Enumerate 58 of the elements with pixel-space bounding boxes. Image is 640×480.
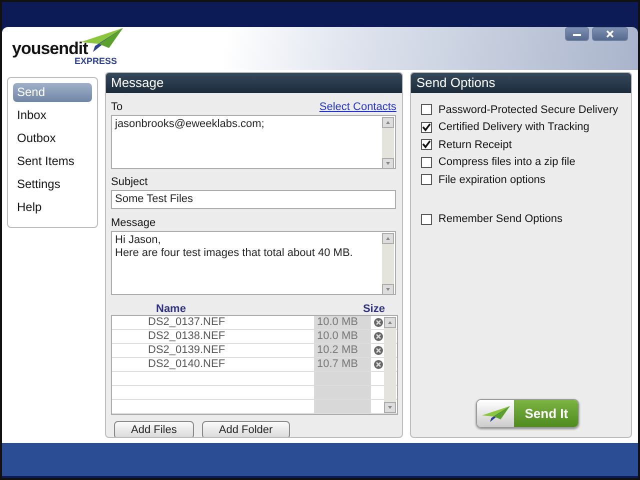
file-size: 10.0 MB: [317, 330, 358, 342]
field-label: To: [111, 100, 123, 114]
checkbox[interactable]: [421, 156, 432, 168]
scroll-down-icon[interactable]: [382, 158, 394, 169]
field-label: Subject: [111, 175, 148, 189]
option-label: Certified Delivery with Tracking: [438, 121, 590, 134]
field-label: Message: [111, 216, 156, 230]
file-name: DS2_0137.NEF: [148, 316, 226, 328]
checkbox[interactable]: [421, 214, 432, 225]
option-label: Remember Send Options: [438, 213, 563, 226]
file-size: 10.0 MB: [317, 316, 358, 328]
panel-title: Message: [106, 73, 402, 93]
close-button[interactable]: [592, 27, 628, 41]
paper-plane-icon: [482, 406, 510, 422]
scroll-up-icon[interactable]: [382, 233, 394, 244]
message-field[interactable]: Hi Jason, Here are four test images that total about 40 MB.: [111, 231, 396, 295]
minimize-icon: [573, 32, 581, 36]
remove-icon[interactable]: [374, 318, 382, 327]
file-size: 10.2 MB: [317, 344, 358, 356]
logo-tagline: EXPRESS: [74, 57, 117, 66]
minimize-button[interactable]: [565, 27, 589, 41]
checkbox[interactable]: [421, 174, 432, 186]
remove-icon[interactable]: [374, 332, 382, 341]
remove-icon[interactable]: [374, 346, 382, 355]
logo-text: yousendit: [12, 41, 88, 57]
add-button[interactable]: Add Folder: [202, 421, 290, 437]
scrollbar[interactable]: [382, 233, 394, 295]
file-name: DS2_0140.NEF: [148, 358, 226, 370]
column-header: Size: [362, 303, 385, 315]
select-contacts-link[interactable]: Select Contacts: [319, 100, 396, 114]
add-button[interactable]: Add Files: [114, 421, 194, 437]
file-size: 10.7 MB: [317, 358, 358, 370]
sidebar-item[interactable]: Settings: [13, 175, 92, 194]
scroll-up-icon[interactable]: [382, 117, 394, 128]
scrollbar[interactable]: [384, 317, 396, 413]
scrollbar[interactable]: [382, 117, 394, 169]
option-label: File expiration options: [438, 174, 546, 186]
checkbox[interactable]: [421, 104, 432, 116]
sidebar-item[interactable]: Outbox: [13, 129, 92, 148]
scroll-up-icon[interactable]: [384, 317, 396, 328]
column-header: Name: [156, 303, 186, 315]
option-label: Return Receipt: [438, 138, 512, 151]
sidebar-item[interactable]: Sent Items: [13, 152, 92, 171]
file-name: DS2_0139.NEF: [148, 344, 226, 356]
checkbox[interactable]: [421, 122, 432, 133]
checkbox[interactable]: [421, 139, 432, 150]
option-label: Password-Protected Secure Delivery: [438, 104, 618, 116]
remove-icon[interactable]: [374, 360, 382, 369]
sidebar-item[interactable]: Inbox: [13, 106, 92, 125]
scroll-down-icon[interactable]: [382, 284, 394, 295]
to-field[interactable]: jasonbrooks@eweeklabs.com;: [111, 115, 396, 169]
scroll-down-icon[interactable]: [384, 402, 396, 413]
sidebar-item[interactable]: Help: [13, 198, 92, 217]
option-label: Compress files into a zip file: [438, 156, 576, 168]
close-icon: [606, 30, 614, 38]
subject-field[interactable]: Some Test Files: [111, 190, 396, 209]
file-name: DS2_0138.NEF: [148, 330, 226, 342]
panel-title: Send Options: [411, 73, 631, 93]
